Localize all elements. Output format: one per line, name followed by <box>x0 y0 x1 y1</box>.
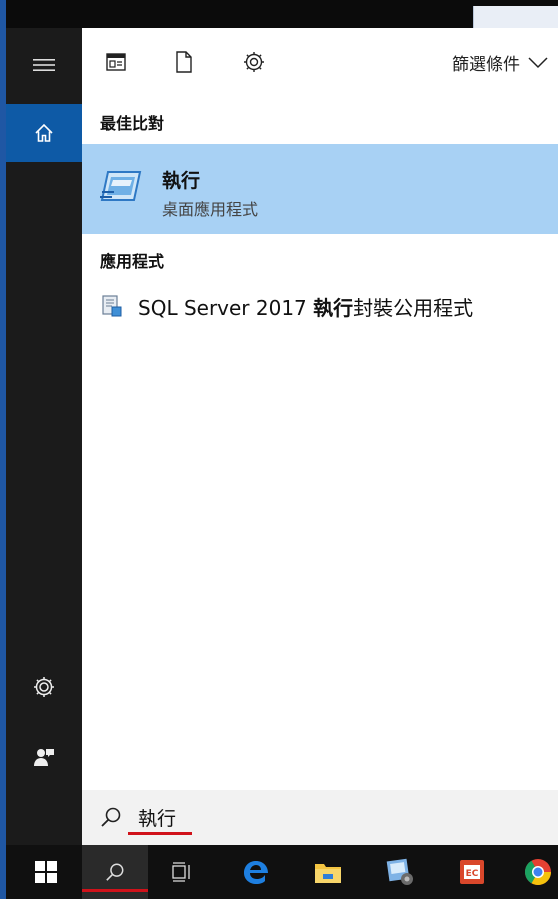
svg-text:EC: EC <box>466 869 479 879</box>
windows-start-icon <box>35 861 57 883</box>
task-view-icon <box>172 862 192 882</box>
apps-header: 應用程式 <box>100 252 165 271</box>
user-feedback-icon <box>32 745 56 769</box>
top-strip <box>6 0 558 28</box>
taskbar-search-button[interactable] <box>82 845 148 899</box>
filter-dropdown[interactable]: 篩選條件 <box>452 50 548 75</box>
start-left-rail <box>6 28 82 845</box>
office-app-button[interactable]: EC <box>450 845 494 899</box>
chrome-button[interactable] <box>518 845 558 899</box>
search-icon <box>100 806 122 828</box>
hamburger-menu-button[interactable] <box>6 36 82 94</box>
search-box[interactable]: 執行 <box>82 790 558 845</box>
pinned-app-button[interactable] <box>378 845 422 899</box>
search-highlight-underline <box>128 832 192 835</box>
best-match-result[interactable]: 執行 桌面應用程式 <box>82 144 558 234</box>
settings-icon[interactable] <box>240 48 268 76</box>
best-match-header: 最佳比對 <box>100 114 165 133</box>
package-utility-icon <box>100 294 124 318</box>
settings-button[interactable] <box>6 658 82 716</box>
app-icon <box>385 857 415 887</box>
hamburger-icon <box>33 58 55 72</box>
office-app-icon: EC <box>458 858 486 886</box>
filter-label: 篩選條件 <box>452 55 520 75</box>
best-match-title: 執行 <box>162 170 201 192</box>
app-view-icon[interactable] <box>102 48 130 76</box>
taskbar: EC <box>6 845 558 899</box>
app-label: SQL Server 2017 執行封裝公用程式 <box>138 296 474 320</box>
file-explorer-icon <box>314 860 342 884</box>
edge-button[interactable] <box>234 845 278 899</box>
search-icon <box>105 862 125 882</box>
best-match-subtitle: 桌面應用程式 <box>162 200 259 219</box>
search-input[interactable]: 執行 <box>138 804 176 831</box>
feedback-button[interactable] <box>6 728 82 786</box>
list-item[interactable]: SQL Server 2017 執行封裝公用程式 <box>82 286 558 326</box>
task-view-button[interactable] <box>162 845 202 899</box>
taskbar-search-underline <box>82 889 148 892</box>
background-window-thumbnail <box>473 6 558 28</box>
run-app-icon <box>100 166 144 206</box>
search-results-panel: 篩選條件 最佳比對 執行 桌面應用程式 應用程式 SQL Server 2017… <box>82 28 558 845</box>
chevron-down-icon <box>528 56 548 69</box>
home-button[interactable] <box>6 104 82 162</box>
settings-icon <box>32 675 56 699</box>
start-button[interactable] <box>26 845 66 899</box>
document-icon[interactable] <box>170 48 198 76</box>
home-icon <box>33 122 55 144</box>
edge-icon <box>241 857 271 887</box>
chrome-icon <box>523 857 553 887</box>
file-explorer-button[interactable] <box>306 845 350 899</box>
